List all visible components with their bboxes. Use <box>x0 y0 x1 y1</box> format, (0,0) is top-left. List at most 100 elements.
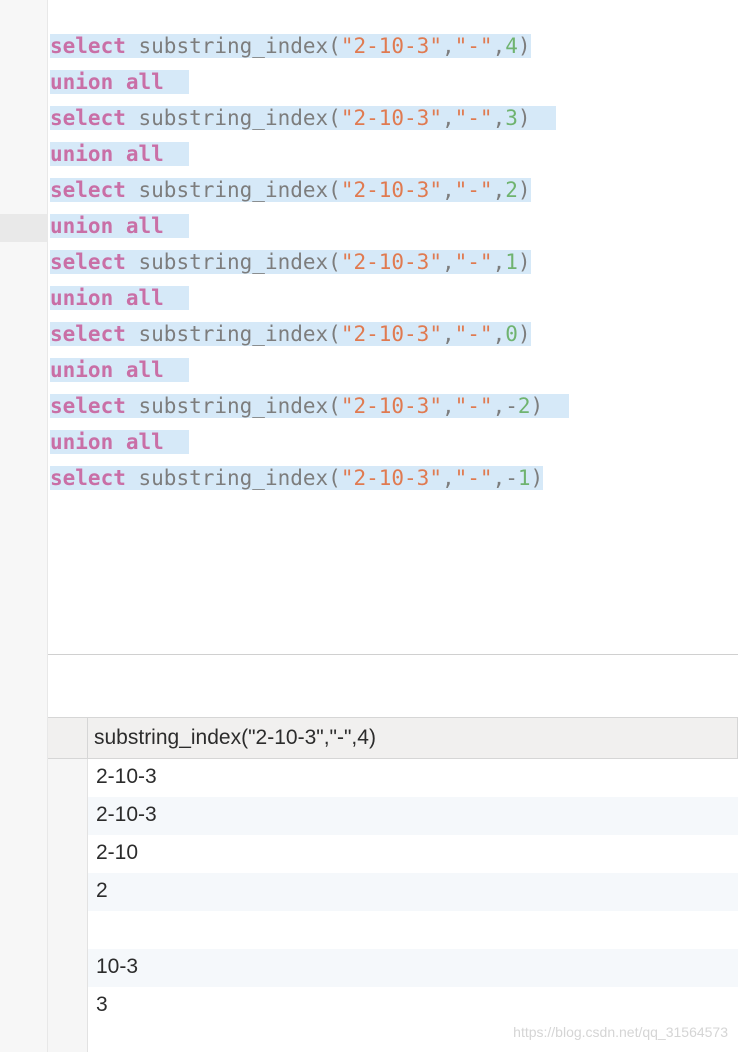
token <box>126 394 139 418</box>
code-line[interactable]: select substring_index("2-10-3","-",0) <box>50 316 738 352</box>
result-row[interactable]: 2 <box>88 873 738 911</box>
result-row[interactable]: 2-10-3 <box>88 797 738 835</box>
token-kw: union <box>50 358 113 382</box>
token-kw: all <box>126 70 164 94</box>
token-op: - <box>505 394 518 418</box>
token-str: "-" <box>455 322 493 346</box>
token-kw: union <box>50 430 113 454</box>
token-kw: select <box>50 34 126 58</box>
token-num: 3 <box>505 106 518 130</box>
token-kw: union <box>50 142 113 166</box>
token <box>164 286 189 310</box>
result-row[interactable]: 2-10-3 <box>88 759 738 797</box>
result-row[interactable]: 2-10 <box>88 835 738 873</box>
token-op: , <box>493 34 506 58</box>
code-line[interactable]: select substring_index("2-10-3","-",1) <box>50 244 738 280</box>
token-kw: select <box>50 250 126 274</box>
token <box>126 466 139 490</box>
token <box>126 178 139 202</box>
token-paren: ( <box>328 394 341 418</box>
token <box>164 70 189 94</box>
token-op: - <box>505 466 518 490</box>
token-kw: union <box>50 70 113 94</box>
token <box>113 142 126 166</box>
code-line[interactable]: union all <box>50 136 738 172</box>
row-number-header <box>48 718 88 758</box>
results-header-row: substring_index("2-10-3","-",4) <box>48 717 738 759</box>
code-line[interactable]: select substring_index("2-10-3","-",4) <box>50 28 738 64</box>
token-paren: ) <box>518 34 531 58</box>
token-kw: select <box>50 466 126 490</box>
token-fn: substring_index <box>139 250 329 274</box>
token-fn: substring_index <box>139 178 329 202</box>
token-num: 1 <box>518 466 531 490</box>
token-paren: ) <box>531 466 544 490</box>
token-paren: ) <box>518 322 531 346</box>
token-op: , <box>442 34 455 58</box>
token-paren: ( <box>328 106 341 130</box>
token-kw: all <box>126 430 164 454</box>
token-kw: all <box>126 358 164 382</box>
token-op: , <box>442 322 455 346</box>
token-num: 2 <box>505 178 518 202</box>
token-paren: ) <box>531 394 544 418</box>
token-kw: select <box>50 322 126 346</box>
token <box>543 394 568 418</box>
token-paren: ) <box>518 106 531 130</box>
token-op: , <box>442 466 455 490</box>
code-line[interactable]: select substring_index("2-10-3","-",-1) <box>50 460 738 496</box>
token-num: 2 <box>518 394 531 418</box>
token-str: "-" <box>455 106 493 130</box>
token-kw: union <box>50 286 113 310</box>
editor-bottom-gap <box>48 496 738 654</box>
result-row[interactable]: 3 <box>88 987 738 1025</box>
token <box>126 106 139 130</box>
token-kw: all <box>126 286 164 310</box>
app-root: select substring_index("2-10-3","-",4)un… <box>0 0 738 1052</box>
token-op: , <box>493 394 506 418</box>
token <box>113 70 126 94</box>
token <box>113 430 126 454</box>
code-line[interactable]: union all <box>50 424 738 460</box>
code-line[interactable]: union all <box>50 352 738 388</box>
token-op: , <box>493 466 506 490</box>
token-kw: all <box>126 214 164 238</box>
token <box>126 322 139 346</box>
line-number-gutter <box>0 0 48 1052</box>
token-str: "2-10-3" <box>341 394 442 418</box>
token <box>164 358 189 382</box>
code-line[interactable]: union all <box>50 208 738 244</box>
code-line[interactable]: select substring_index("2-10-3","-",3) <box>50 100 738 136</box>
token-str: "-" <box>455 178 493 202</box>
token-op: , <box>442 250 455 274</box>
token-fn: substring_index <box>139 106 329 130</box>
gutter-current-line <box>0 214 47 242</box>
token-str: "2-10-3" <box>341 466 442 490</box>
token-str: "2-10-3" <box>341 322 442 346</box>
results-body: 2-10-32-10-32-10210-33 <box>48 759 738 1052</box>
column-header[interactable]: substring_index("2-10-3","-",4) <box>88 718 738 758</box>
result-row[interactable] <box>88 911 738 949</box>
token-kw: select <box>50 394 126 418</box>
token-paren: ( <box>328 250 341 274</box>
token <box>126 34 139 58</box>
token-kw: select <box>50 178 126 202</box>
token-op: , <box>493 250 506 274</box>
token-str: "2-10-3" <box>341 106 442 130</box>
token <box>531 106 556 130</box>
code-line[interactable]: union all <box>50 280 738 316</box>
token <box>164 214 189 238</box>
code-line[interactable]: union all <box>50 64 738 100</box>
token-op: , <box>442 106 455 130</box>
sql-editor[interactable]: select substring_index("2-10-3","-",4)un… <box>48 0 738 496</box>
token-paren: ( <box>328 466 341 490</box>
code-line[interactable]: select substring_index("2-10-3","-",2) <box>50 172 738 208</box>
watermark-text: https://blog.csdn.net/qq_31564573 <box>513 1024 728 1040</box>
token-str: "2-10-3" <box>341 178 442 202</box>
token <box>164 430 189 454</box>
token <box>113 358 126 382</box>
result-row[interactable]: 10-3 <box>88 949 738 987</box>
token-str: "-" <box>455 34 493 58</box>
code-line[interactable]: select substring_index("2-10-3","-",-2) <box>50 388 738 424</box>
token <box>113 286 126 310</box>
